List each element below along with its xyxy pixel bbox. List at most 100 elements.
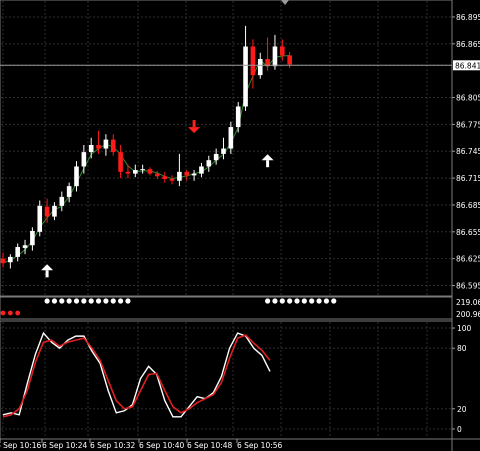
candle-body — [0, 258, 6, 264]
candle-body — [147, 169, 153, 174]
candle — [147, 167, 153, 176]
white-dot — [44, 298, 50, 304]
scroll-marker-icon[interactable] — [281, 0, 289, 5]
current-price-label: 86.841 — [455, 61, 480, 70]
buy-arrow-icon — [261, 154, 274, 168]
candle-body — [155, 173, 160, 177]
candle — [228, 121, 234, 154]
white-dot — [287, 298, 293, 304]
white-dot — [118, 298, 124, 304]
red-dot — [15, 310, 21, 316]
white-dot — [73, 298, 80, 304]
white-dot — [309, 298, 315, 304]
signal-scale-label: 219.06 — [456, 298, 480, 307]
price-tick-label: 86.625 — [456, 255, 480, 264]
candle — [30, 227, 35, 251]
candle-body — [74, 166, 79, 187]
white-dot — [272, 298, 278, 304]
candle-body — [118, 152, 123, 172]
candle — [22, 239, 28, 255]
candle-body — [257, 59, 263, 76]
candle-body — [228, 127, 234, 149]
candle-body — [169, 178, 175, 181]
grid — [1, 1, 451, 438]
stochastic-tick-label: 80 — [457, 344, 467, 353]
candle-body — [280, 46, 285, 56]
candle-body — [88, 144, 94, 153]
candle-body — [30, 230, 35, 246]
current-price-line: 86.841 — [0, 60, 480, 71]
candle — [191, 170, 197, 181]
candle-body — [140, 169, 145, 171]
white-dot — [103, 298, 109, 304]
candle-body — [235, 106, 241, 128]
white-dot — [59, 298, 65, 304]
candle — [206, 155, 212, 172]
candle — [199, 162, 204, 178]
candle-body — [125, 171, 131, 174]
candle-body — [81, 152, 87, 167]
candle — [103, 134, 109, 156]
price-tick-label: 86.595 — [456, 282, 480, 291]
candle-body — [243, 46, 248, 107]
candle-body — [96, 144, 101, 149]
time-tick-label: 6 Sep 10:32 — [90, 441, 136, 450]
time-axis: 6 Sep 10:16 6 Sep 10:24 6 Sep 10:32 6 Sep 1… — [0, 439, 283, 450]
price-tick-label: 86.715 — [456, 174, 480, 183]
candle-body — [44, 206, 50, 217]
candle — [235, 102, 241, 133]
white-dot — [301, 298, 307, 304]
candle — [243, 25, 248, 111]
time-tick-label: 6 Sep 10:56 — [237, 441, 283, 450]
price-tick-label: 86.685 — [456, 201, 480, 210]
candle-body — [191, 173, 197, 176]
candle-body — [59, 196, 65, 206]
candle — [88, 137, 94, 159]
candle — [272, 34, 278, 70]
trading-chart[interactable]: 86.841 86.895 86.865 86.805 86.775 86.745 86.… — [0, 0, 480, 451]
candle-body — [272, 46, 278, 67]
candle-body — [199, 166, 204, 174]
stochastic-tick-label: 0 — [457, 425, 462, 434]
candle — [177, 153, 182, 187]
red-dot — [0, 310, 6, 316]
white-dot — [81, 298, 87, 304]
candle-body — [37, 205, 43, 232]
candle — [110, 134, 116, 156]
stochastic-tick-label: 20 — [457, 405, 467, 414]
candle-body — [22, 245, 28, 248]
price-tick-label: 86.895 — [456, 13, 480, 22]
white-dot — [51, 298, 58, 304]
price-tick-label: 86.805 — [456, 94, 480, 103]
white-dot — [125, 298, 131, 304]
time-tick-label: 6 Sep 10:16 — [0, 441, 42, 450]
candle — [59, 191, 65, 212]
white-dot — [265, 298, 271, 304]
white-dot — [294, 298, 300, 304]
candle-body — [177, 171, 182, 181]
candle-body — [103, 139, 109, 149]
price-tick-label: 86.745 — [456, 147, 480, 156]
price-tick-label: 86.865 — [456, 40, 480, 49]
candle-body — [110, 139, 116, 153]
time-tick-label: 6 Sep 10:40 — [139, 441, 185, 450]
candle-body — [206, 160, 212, 167]
stochastic-main-line — [2, 331, 271, 418]
candle-body — [66, 186, 72, 197]
red-dot — [7, 310, 13, 316]
price-tick-label: 86.655 — [456, 228, 480, 237]
candle-body — [221, 148, 226, 154]
candle — [162, 171, 167, 183]
candle — [140, 164, 145, 174]
price-tick-label: 86.775 — [456, 120, 480, 129]
candle — [15, 243, 20, 262]
sell-arrow-icon — [188, 120, 201, 134]
white-dot — [331, 298, 337, 304]
candle — [133, 164, 138, 178]
white-dot — [110, 298, 116, 304]
buy-arrow-icon — [41, 264, 54, 278]
candle — [184, 170, 190, 181]
candle — [169, 175, 175, 185]
stochastic-panel: 100 80 20 0 — [2, 324, 472, 434]
time-tick-label: 6 Sep 10:24 — [42, 441, 88, 450]
